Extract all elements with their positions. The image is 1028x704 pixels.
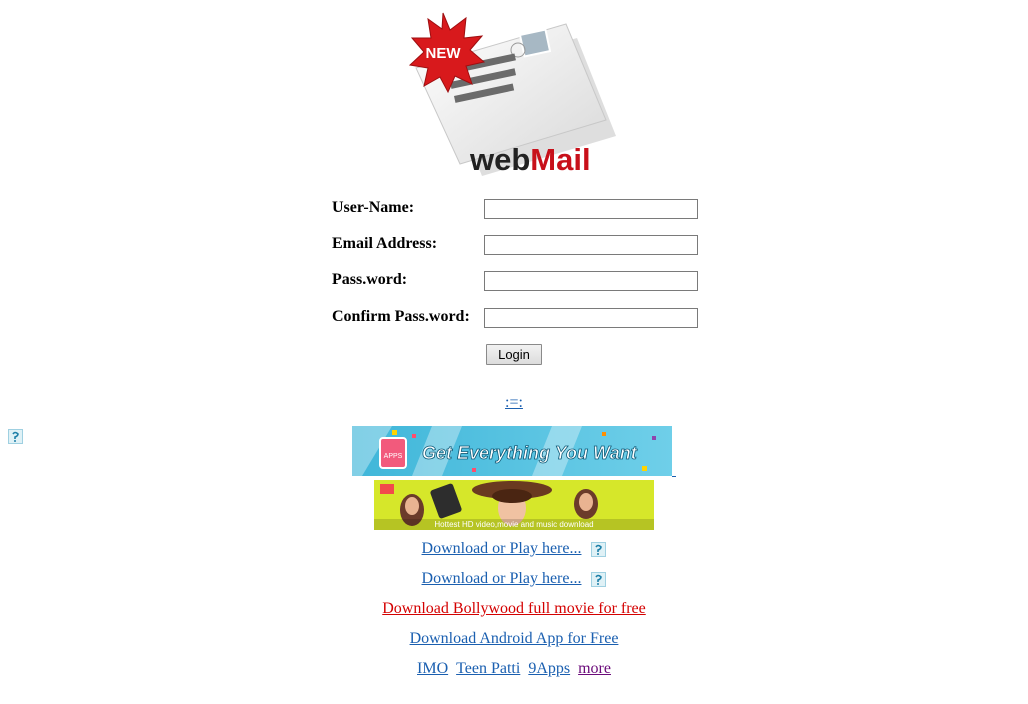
webmail-logo: NEW webMail <box>398 10 634 182</box>
svg-text:APPS: APPS <box>384 453 403 460</box>
download-link-2[interactable]: Download or Play here... <box>422 570 582 587</box>
envelope-icon: NEW webMail <box>408 12 616 177</box>
broken-image-icon <box>591 541 607 557</box>
confirm-password-label: Confirm Pass.word: <box>332 308 470 325</box>
download-link-row-1: Download or Play here... <box>0 540 1028 558</box>
imo-link[interactable]: IMO <box>417 660 448 677</box>
bottom-links-row: IMO Teen Patti 9Apps more <box>0 660 1028 678</box>
password-field[interactable] <box>484 271 698 291</box>
broken-image-icon <box>8 428 23 444</box>
email-field[interactable] <box>484 235 698 255</box>
teen-patti-link[interactable]: Teen Patti <box>456 660 520 677</box>
bollywood-link-row: Download Bollywood full movie for free <box>0 600 1028 618</box>
username-label: User-Name: <box>332 199 415 216</box>
download-link-row-2: Download or Play here... <box>0 570 1028 588</box>
video-banner[interactable]: Hottest HD video,movie and music downloa… <box>374 480 654 530</box>
password-label: Pass.word: <box>332 271 408 288</box>
menu-link-row: :=: <box>0 394 1028 412</box>
login-button[interactable]: Login <box>486 344 542 365</box>
android-app-link[interactable]: Download Android App for Free <box>410 630 619 647</box>
menu-link[interactable]: :=: <box>505 394 523 411</box>
svg-text:webMail: webMail <box>469 142 591 177</box>
confirm-password-field[interactable] <box>484 308 698 328</box>
9apps-link[interactable]: 9Apps <box>528 660 570 677</box>
android-link-row: Download Android App for Free <box>0 630 1028 648</box>
svg-text:Hottest HD video,movie and mus: Hottest HD video,movie and music downloa… <box>434 520 593 529</box>
svg-text:NEW: NEW <box>426 45 462 62</box>
svg-text:Get Everything You Want: Get Everything You Want <box>422 443 638 463</box>
broken-image-icon <box>591 571 607 587</box>
bollywood-link[interactable]: Download Bollywood full movie for free <box>382 600 646 617</box>
more-link[interactable]: more <box>578 660 611 677</box>
download-link-1[interactable]: Download or Play here... <box>422 540 582 557</box>
banner-link-underline <box>672 468 676 477</box>
email-label: Email Address: <box>332 235 438 252</box>
apps-banner[interactable]: APPS Get Everything You Want <box>352 426 672 476</box>
username-field[interactable] <box>484 199 698 219</box>
